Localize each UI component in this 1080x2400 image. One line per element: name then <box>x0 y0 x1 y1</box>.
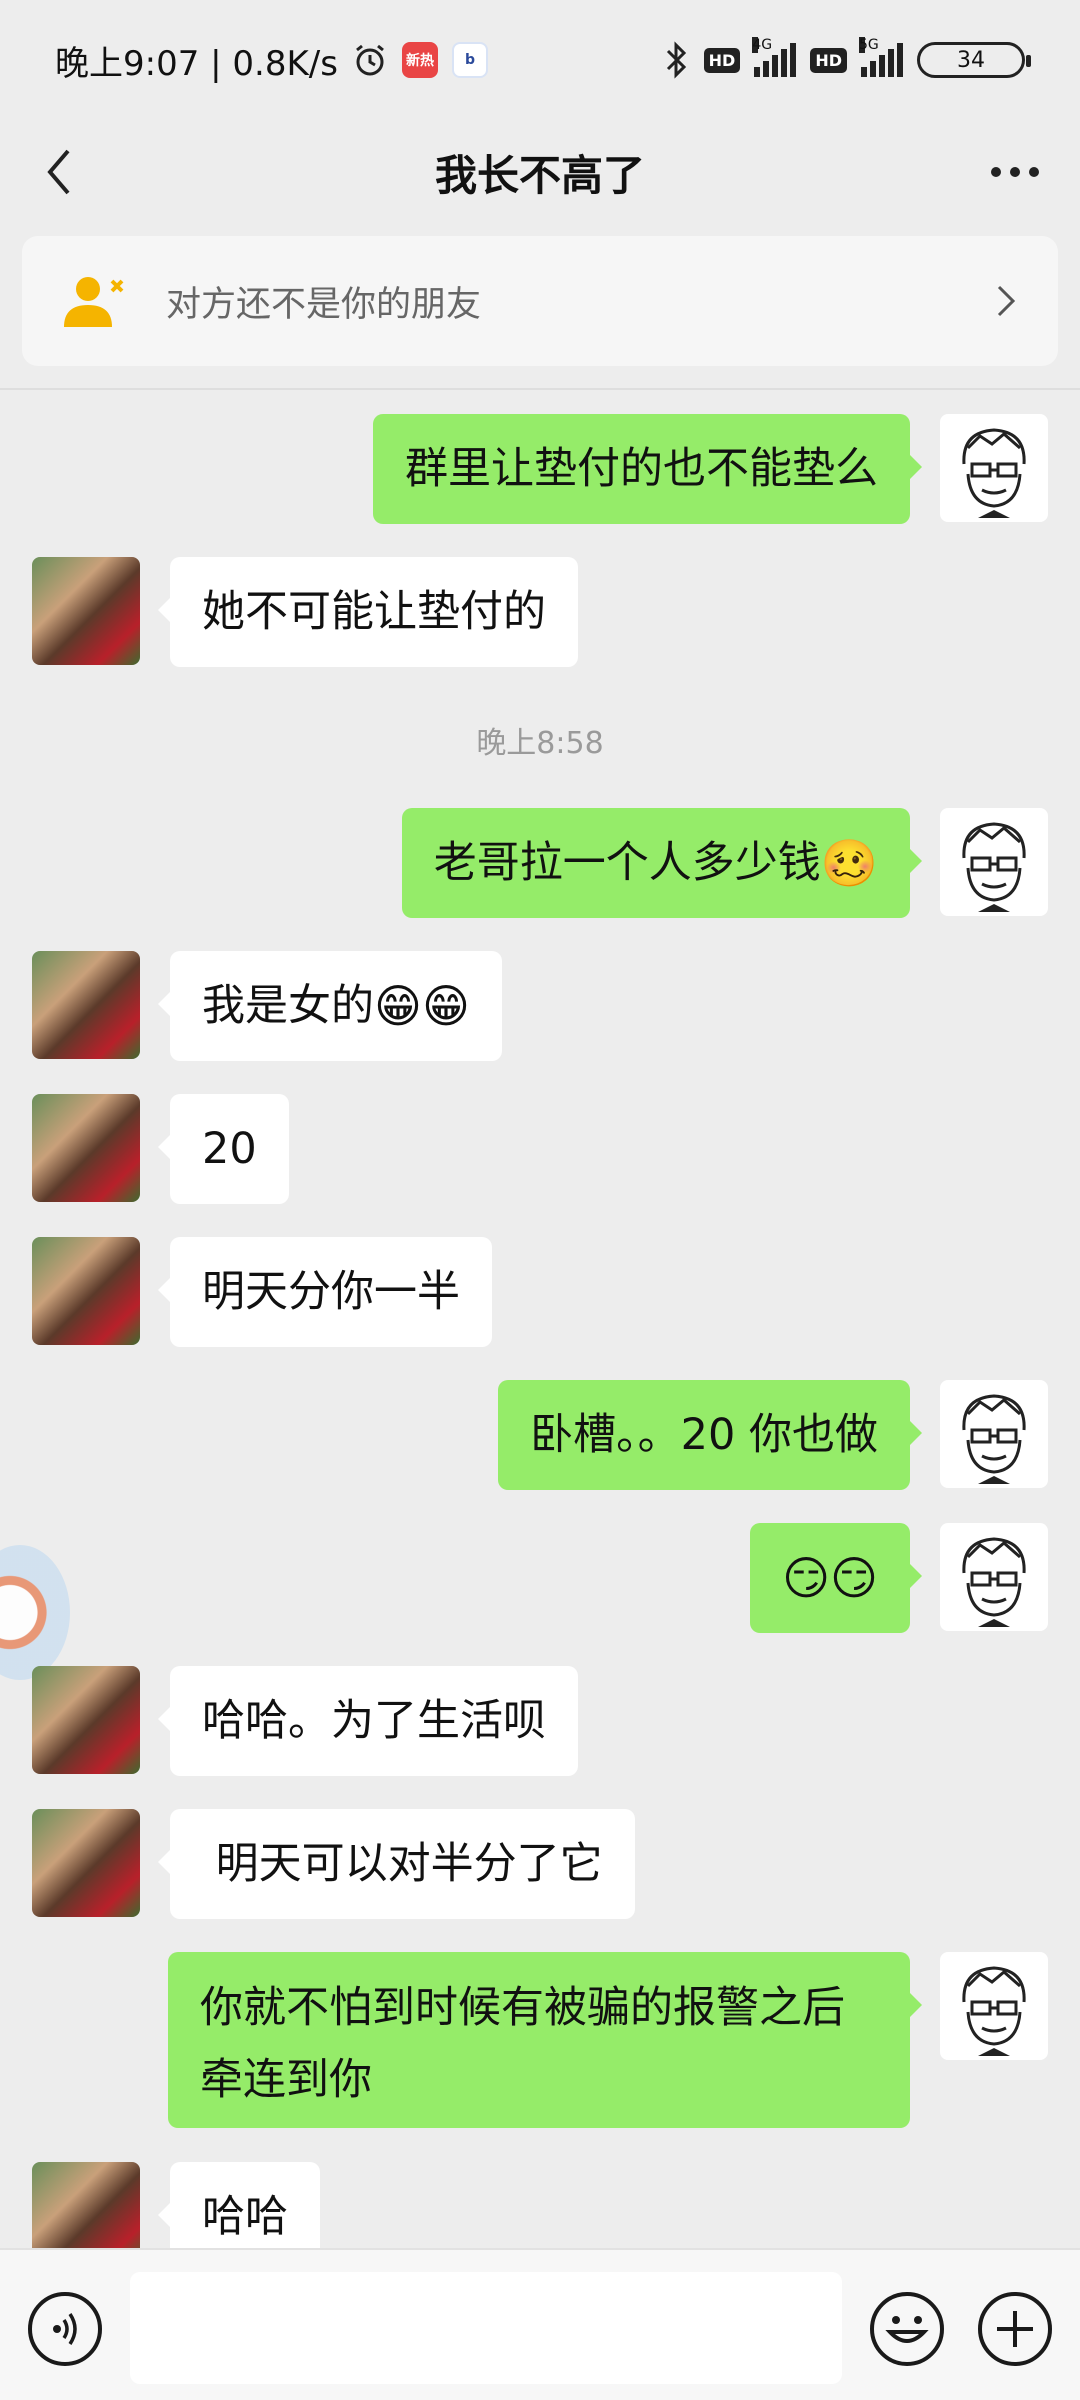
message-text: 明天可以对半分了它 <box>202 1839 603 1889</box>
more-button[interactable] <box>980 142 1050 202</box>
chevron-right-icon <box>997 285 1016 317</box>
message-text: 我是女的 <box>202 981 374 1031</box>
message-text: 老哥拉一个人多少钱 <box>433 838 821 888</box>
message-bubble-sent[interactable]: 卧槽。。20 你也做 <box>498 1380 922 1490</box>
plus-button[interactable] <box>978 2292 1052 2366</box>
message-text: 卧槽。。20 你也做 <box>530 1410 878 1460</box>
bluetooth-icon <box>666 41 686 79</box>
not-friend-notice[interactable]: 对方还不是你的朋友 <box>22 236 1058 366</box>
message-text: 她不可能让垫付的 <box>202 587 546 637</box>
plus-icon <box>997 2311 1033 2347</box>
message-bubble-received[interactable]: 明天可以对半分了它 <box>158 1809 635 1919</box>
net-4g-label: 4G <box>752 37 773 53</box>
message-bubble-sent[interactable]: 老哥拉一个人多少钱 🥴 <box>401 808 923 918</box>
friend-avatar[interactable] <box>32 1237 140 1345</box>
woozy-face-emoji: 🥴 <box>820 836 878 890</box>
grinning-face-emoji: 😁😁 <box>374 979 470 1033</box>
message-text: 哈哈 <box>202 2192 288 2242</box>
message-bubble-received[interactable]: 她不可能让垫付的 <box>158 557 578 667</box>
voice-button[interactable] <box>28 2292 102 2366</box>
message-bubble-received[interactable]: 20 <box>158 1094 289 1204</box>
my-avatar[interactable] <box>940 414 1048 522</box>
message-bubble-sent[interactable]: 你就不怕到时候有被骗的报警之后牵连到你 <box>168 1952 922 2128</box>
alarm-icon <box>356 44 384 76</box>
my-avatar[interactable] <box>940 1523 1048 1631</box>
message-input[interactable] <box>130 2272 842 2384</box>
status-time-speed: 晚上9:07 | 0.8K/s <box>55 43 338 84</box>
message-bubble-received[interactable]: 我是女的 😁😁 <box>158 951 502 1061</box>
chevron-left-icon <box>47 149 70 195</box>
status-left: 晚上9:07 | 0.8K/s 新热 b <box>55 36 488 85</box>
message-bubble-received[interactable]: 哈哈。为了生活呗 <box>158 1666 578 1776</box>
friend-avatar[interactable] <box>32 1666 140 1774</box>
my-avatar[interactable] <box>940 808 1048 916</box>
more-dots-icon <box>991 167 1001 177</box>
message-text: 你就不怕到时候有被骗的报警之后牵连到你 <box>200 1983 845 2105</box>
add-friend-icon <box>64 277 124 327</box>
message-text: 哈哈。为了生活呗 <box>202 1696 546 1746</box>
message-input-bar <box>0 2248 1080 2400</box>
browser-app-icon: b <box>451 42 488 78</box>
cartoon-face-avatar <box>962 1394 1026 1484</box>
friend-avatar[interactable] <box>32 951 140 1059</box>
message-bubble-received[interactable]: 明天分你一半 <box>158 1237 492 1347</box>
voice-icon <box>53 2313 77 2345</box>
floating-widget[interactable] <box>0 1545 70 1680</box>
news-app-icon: 新热 <box>401 42 438 78</box>
status-bar: 晚上9:07 | 0.8K/s 新热 b HD 4G HD 5G 34 <box>0 0 1080 120</box>
smirking-face-emoji: 😏😏 <box>782 1551 878 1605</box>
cartoon-face-avatar <box>962 1966 1026 2056</box>
my-avatar[interactable] <box>940 1952 1048 2060</box>
chat-title: 我长不高了 <box>434 150 645 200</box>
battery-level: 34 <box>957 47 985 73</box>
message-text: 群里让垫付的也不能垫么 <box>405 444 878 494</box>
status-right: HD 4G HD 5G 34 <box>664 37 1031 79</box>
chat-header: 我长不高了 <box>0 120 1080 224</box>
divider <box>0 388 1080 390</box>
cartoon-face-avatar <box>962 428 1026 518</box>
back-button[interactable] <box>30 142 90 202</box>
friend-avatar[interactable] <box>32 1809 140 1917</box>
message-text: 明天分你一半 <box>202 1267 460 1317</box>
message-timestamp: 晚上8:58 <box>476 726 604 761</box>
cartoon-face-avatar <box>962 1537 1026 1627</box>
friend-avatar[interactable] <box>32 1094 140 1202</box>
message-text: 20 <box>202 1124 257 1174</box>
emoji-button[interactable] <box>870 2292 944 2366</box>
signal-4g-icon: 4G <box>752 37 797 77</box>
message-bubble-sent[interactable]: 群里让垫付的也不能垫么 <box>373 414 922 524</box>
message-bubble-sent[interactable]: 😏😏 <box>750 1523 922 1633</box>
battery-icon: 34 <box>917 42 1031 78</box>
notice-text: 对方还不是你的朋友 <box>166 284 482 325</box>
hd-badge-2: HD <box>810 47 847 73</box>
cartoon-face-avatar <box>962 822 1026 912</box>
signal-5g-icon: 5G <box>859 37 903 77</box>
friend-avatar[interactable] <box>32 557 140 665</box>
emoji-icon <box>885 2316 929 2343</box>
hd-badge: HD <box>703 47 741 73</box>
my-avatar[interactable] <box>940 1380 1048 1488</box>
net-5g-label: 5G <box>859 37 879 53</box>
